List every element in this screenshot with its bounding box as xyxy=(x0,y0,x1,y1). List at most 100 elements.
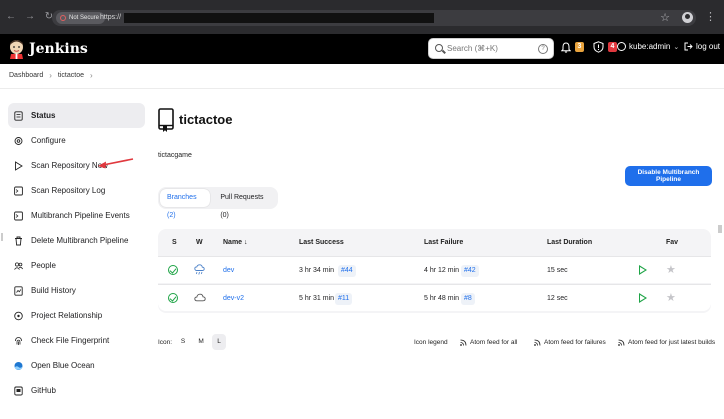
shield-icon[interactable] xyxy=(593,41,604,53)
atom-feed-failures-link[interactable]: Atom feed for failures xyxy=(534,338,606,347)
last-success-build-link[interactable]: #11 xyxy=(335,293,353,305)
branches-table: S W Name ↓ Last Success Last Failure Las… xyxy=(158,229,711,313)
column-last-failure[interactable]: Last Failure xyxy=(424,238,463,248)
table-row: dev-v2 5 hr 31 min #11 5 hr 48 min #8 12… xyxy=(158,284,711,311)
last-success-build-link[interactable]: #44 xyxy=(338,265,356,277)
tab-pull-requests[interactable]: Pull Requests (0) xyxy=(213,189,276,219)
terminal-icon xyxy=(14,211,23,220)
column-last-success[interactable]: Last Success xyxy=(299,238,344,248)
sidebar-item-build-history[interactable]: Build History xyxy=(8,278,145,303)
url-text: https:// xyxy=(100,14,122,21)
sidebar-item-label: Project Relationship xyxy=(31,311,103,320)
sidebar-item-label: Multibranch Pipeline Events xyxy=(31,211,130,220)
sidebar-item-label: Open Blue Ocean xyxy=(31,361,95,370)
sidebar-item-label: Configure xyxy=(31,136,66,145)
user-name: kube:admin xyxy=(629,42,671,51)
favorite-star-icon[interactable]: ★ xyxy=(666,265,676,276)
header-notifications: 3 4 xyxy=(561,41,617,53)
sidebar-item-label: Build History xyxy=(31,286,76,295)
column-name[interactable]: Name ↓ xyxy=(223,238,248,248)
last-failure-time: 4 hr 12 min xyxy=(424,267,460,274)
github-icon xyxy=(14,386,23,395)
forward-icon[interactable]: → xyxy=(25,12,35,22)
icon-size-medium[interactable]: M xyxy=(194,334,208,350)
brand-title[interactable]: Jenkins xyxy=(29,41,88,57)
left-resize-handle[interactable] xyxy=(1,233,5,241)
bell-icon[interactable] xyxy=(561,41,571,53)
search-icon xyxy=(435,44,443,52)
logout-label: log out xyxy=(696,42,721,51)
icon-size-large[interactable]: L xyxy=(212,334,227,350)
build-now-play-icon[interactable] xyxy=(639,293,647,303)
success-status-icon xyxy=(168,265,178,275)
gear-icon xyxy=(14,136,23,145)
blue-ocean-icon xyxy=(14,361,23,370)
last-failure-build-link[interactable]: #42 xyxy=(461,265,479,277)
build-now-play-icon[interactable] xyxy=(639,265,647,275)
table-header: S W Name ↓ Last Success Last Failure Las… xyxy=(158,229,711,256)
tab-branches[interactable]: Branches (2) xyxy=(160,189,211,219)
fingerprint-icon xyxy=(15,336,22,345)
column-last-duration[interactable]: Last Duration xyxy=(547,238,592,248)
warning-icon xyxy=(60,15,66,21)
atom-feed-latest-link[interactable]: Atom feed for just latest builds xyxy=(618,338,715,347)
breadcrumb-separator-icon: › xyxy=(90,71,93,80)
sidebar-item-configure[interactable]: Configure xyxy=(8,128,145,153)
sidebar-item-label: GitHub xyxy=(31,386,56,395)
disable-multibranch-pipeline-button[interactable]: Disable Multibranch Pipeline xyxy=(625,166,712,186)
address-bar[interactable]: Not Secure https:// xyxy=(52,10,696,26)
sidebar-item-project-relationship[interactable]: Project Relationship xyxy=(8,303,145,328)
bookmark-star-icon[interactable]: ☆ xyxy=(660,11,670,24)
breadcrumb-divider xyxy=(0,88,724,89)
browser-actions: ☆ ⋮ xyxy=(660,11,716,25)
back-icon[interactable]: ← xyxy=(6,12,16,22)
sidebar-item-open-blue-ocean[interactable]: Open Blue Ocean xyxy=(8,353,145,378)
sidebar-item-check-file-fingerprint[interactable]: Check File Fingerprint xyxy=(8,328,145,353)
breadcrumb-tictactoe[interactable]: tictactoe xyxy=(58,72,84,79)
sidebar-item-label: Scan Repository Log xyxy=(31,186,106,195)
favorite-star-icon[interactable]: ★ xyxy=(666,293,676,304)
icon-legend-label: Icon legend xyxy=(414,339,448,346)
relationship-icon xyxy=(14,311,23,320)
search-help-icon[interactable]: ? xyxy=(538,44,548,54)
annotation-arrow-icon xyxy=(98,158,134,169)
search-placeholder: Search (⌘+K) xyxy=(447,44,498,53)
sidebar-item-scan-repository-log[interactable]: Scan Repository Log xyxy=(8,178,145,203)
last-success-time: 5 hr 31 min xyxy=(299,295,335,302)
column-weather[interactable]: W xyxy=(196,238,203,248)
security-badge[interactable]: 4 xyxy=(608,42,617,52)
user-menu[interactable]: kube:admin ⌄ xyxy=(617,42,679,51)
search-input[interactable]: Search (⌘+K) ? xyxy=(428,38,554,59)
sidebar-item-people[interactable]: People xyxy=(8,253,145,278)
icon-legend-link[interactable]: Icon legend xyxy=(414,338,448,347)
column-fav[interactable]: Fav xyxy=(666,238,678,248)
sidebar-item-label: Check File Fingerprint xyxy=(31,336,110,345)
window-resize-handle[interactable] xyxy=(718,225,722,233)
sidebar-item-status[interactable]: Status xyxy=(8,103,145,128)
last-failure-build-link[interactable]: #8 xyxy=(461,293,475,305)
history-icon xyxy=(14,285,23,296)
sidebar-item-multibranch-pipeline-events[interactable]: Multibranch Pipeline Events xyxy=(8,203,145,228)
column-status[interactable]: S xyxy=(172,238,177,248)
profile-icon[interactable] xyxy=(682,12,693,23)
branch-link-dev-v2[interactable]: dev-v2 xyxy=(223,294,244,304)
jenkins-logo-icon[interactable] xyxy=(8,39,25,59)
breadcrumb: Dashboard › tictactoe › xyxy=(9,71,93,80)
icon-size-small[interactable]: S xyxy=(176,334,190,350)
logout-link[interactable]: log out xyxy=(684,42,720,51)
branch-link-dev[interactable]: dev xyxy=(223,266,234,276)
url-redaction xyxy=(124,13,434,23)
sidebar-item-delete-multibranch-pipeline[interactable]: Delete Multibranch Pipeline xyxy=(8,228,145,253)
sidebar-item-label: Status xyxy=(31,111,56,120)
sidebar-item-github[interactable]: GitHub xyxy=(8,378,145,403)
notifications-badge[interactable]: 3 xyxy=(575,42,584,52)
project-description: tictacgame xyxy=(158,152,192,159)
last-failure-time: 5 hr 48 min xyxy=(424,295,460,302)
atom-feed-all-link[interactable]: Atom feed for all xyxy=(460,338,517,347)
breadcrumb-dashboard[interactable]: Dashboard xyxy=(9,72,43,79)
not-secure-chip[interactable]: Not Secure xyxy=(56,12,106,24)
breadcrumb-separator-icon: › xyxy=(49,71,52,80)
browser-menu-icon[interactable]: ⋮ xyxy=(705,12,716,23)
last-duration: 12 sec xyxy=(547,295,568,302)
play-outline-icon xyxy=(15,160,23,171)
